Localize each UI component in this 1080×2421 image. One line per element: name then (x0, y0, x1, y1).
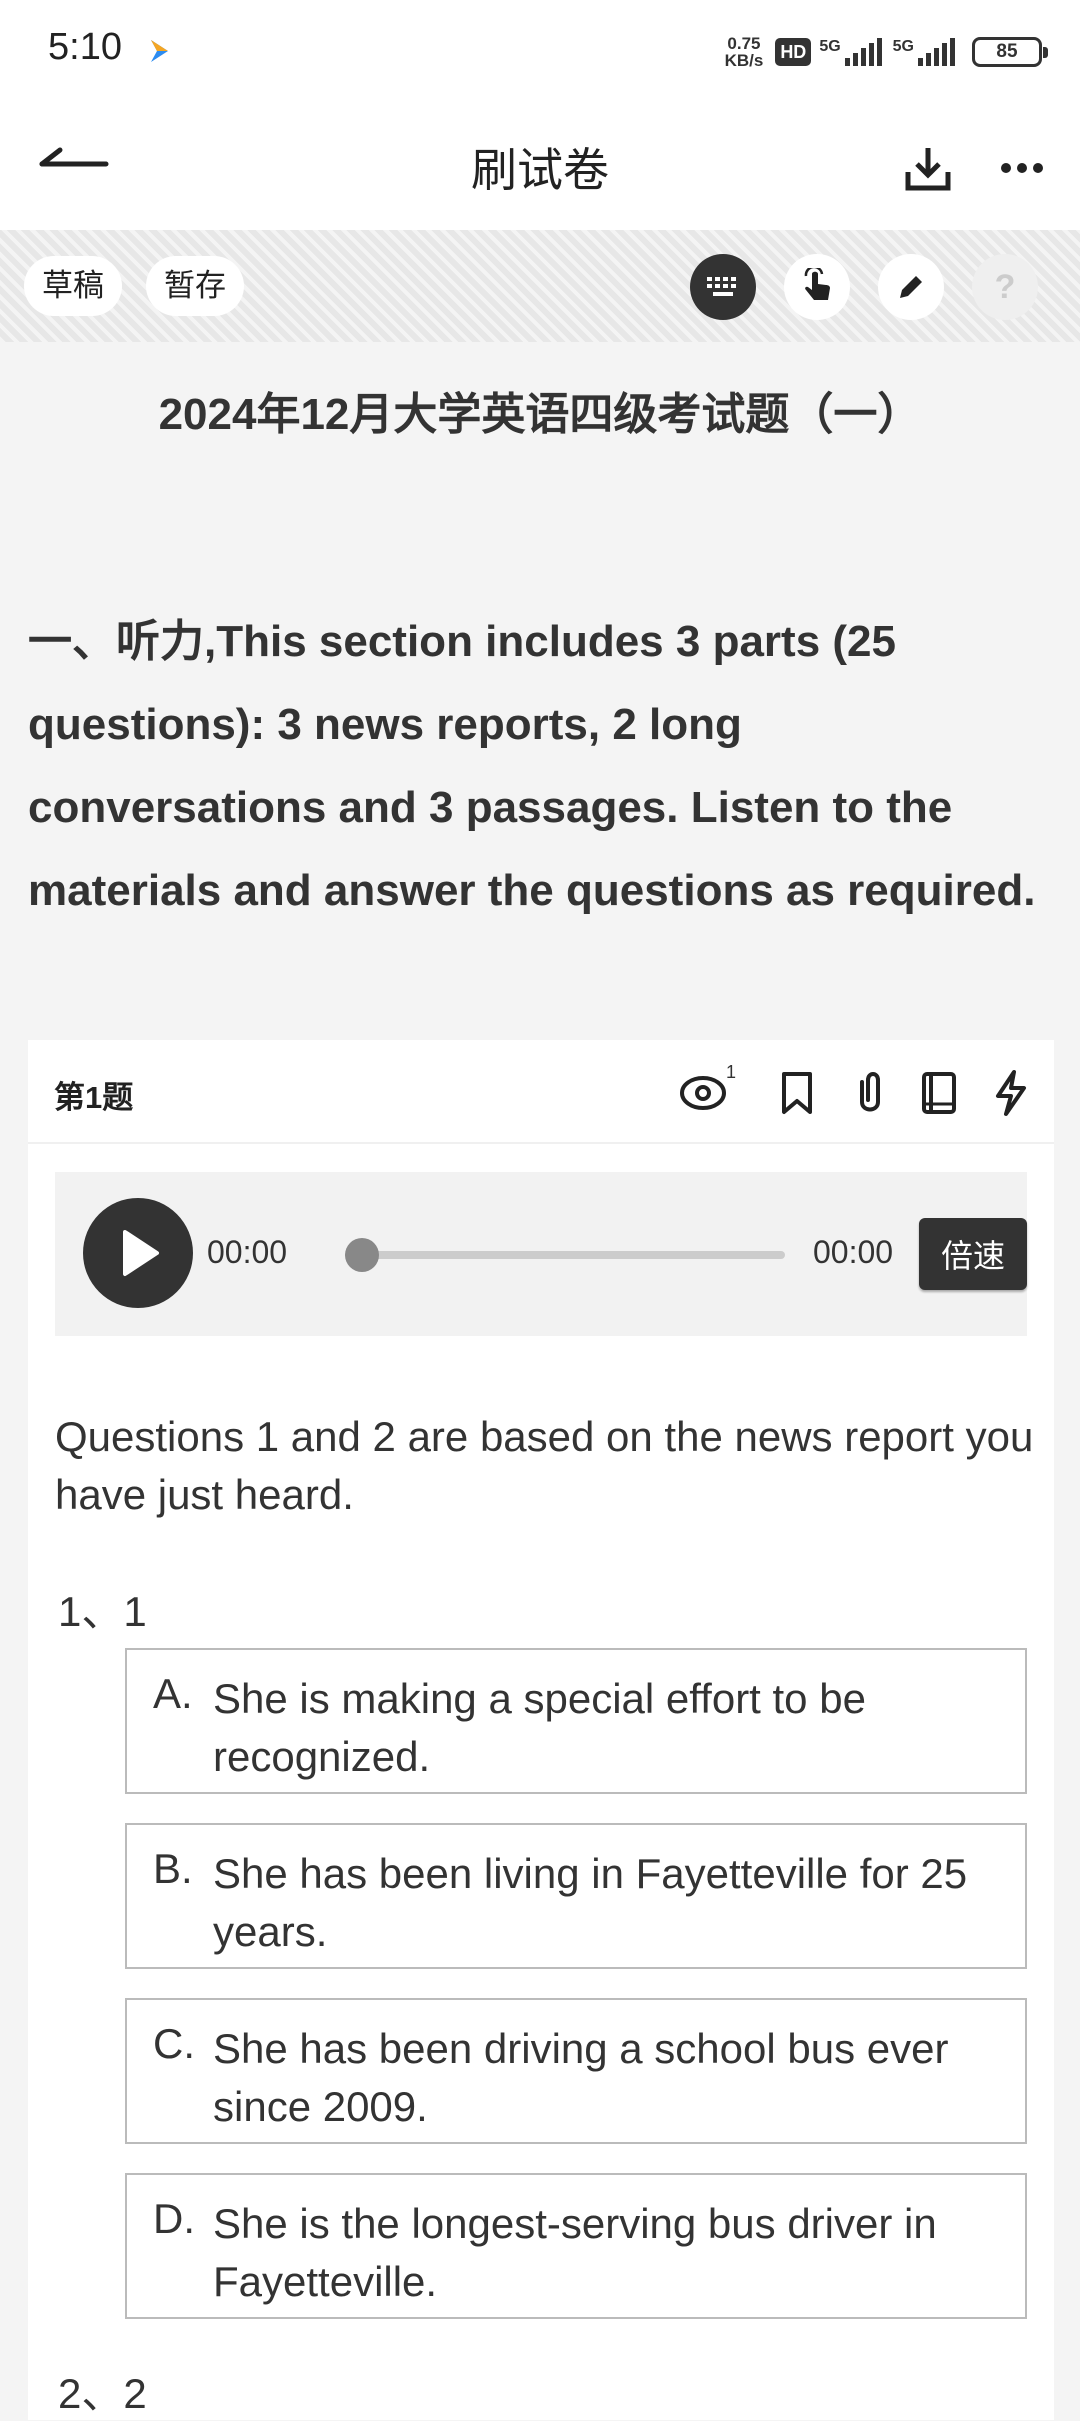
option-letter: A. (153, 1670, 193, 1717)
more-icon[interactable] (994, 140, 1050, 196)
network-speed-value: 0.75 (727, 34, 761, 53)
view-count: 1 (726, 1062, 737, 1082)
paper-title: 2024年12月大学英语四级考试题（一） (158, 390, 922, 439)
toolbar: 草稿 暂存 ? (0, 230, 1080, 342)
download-icon[interactable] (900, 140, 956, 196)
pen-button[interactable] (878, 254, 944, 320)
keyboard-icon (707, 277, 736, 296)
question-number: 第1题 (54, 1080, 134, 1115)
playback-speed-button[interactable]: 倍速 (919, 1218, 1027, 1290)
battery-indicator: 85 (972, 37, 1048, 67)
status-time: 5:10 (48, 26, 122, 68)
pen-icon (900, 276, 922, 298)
signal-2-label: 5G (892, 38, 914, 55)
hd-badge: HD (775, 38, 812, 66)
option-d[interactable]: D. She is the longest-serving bus driver… (125, 2173, 1027, 2319)
section-description: 一、听力,This section includes 3 parts (25 q… (28, 617, 1036, 915)
app-notification-icon (151, 40, 168, 62)
option-b[interactable]: B. She has been living in Fayetteville f… (125, 1823, 1027, 1969)
option-letter: C. (153, 2020, 195, 2067)
draft-button[interactable]: 草稿 (24, 256, 122, 316)
play-button[interactable] (83, 1198, 193, 1308)
help-button[interactable]: ? (972, 254, 1038, 320)
option-a[interactable]: A. She is making a special effort to be … (125, 1648, 1027, 1794)
option-letter: D. (153, 2195, 195, 2242)
touch-mode-button[interactable] (784, 254, 850, 320)
audio-total-time: 00:00 (813, 1234, 894, 1270)
save-draft-button[interactable]: 暂存 (146, 256, 244, 316)
audio-current-time: 00:00 (207, 1234, 288, 1270)
note-icon[interactable] (914, 1068, 964, 1118)
audio-progress-handle[interactable] (345, 1238, 379, 1272)
play-icon (123, 1230, 159, 1276)
signal-1: 5G (819, 38, 884, 66)
keyboard-button[interactable] (690, 254, 756, 320)
option-text: She is making a special effort to be rec… (213, 1675, 866, 1780)
signal-bars-icon (918, 38, 955, 66)
option-text: She has been living in Fayetteville for … (213, 1850, 968, 1955)
option-c[interactable]: C. She has been driving a school bus eve… (125, 1998, 1027, 2144)
signal-2: 5G (893, 38, 958, 66)
question-card: 第1题 1 00:00 00:00 倍速 Questions 1 and 2 a… (28, 1040, 1054, 2420)
sub-question-label: 2、2 (58, 2370, 147, 2417)
status-indicators: 0.75 KB/s HD 5G 5G 85 (725, 30, 1048, 74)
audio-player: 00:00 00:00 倍速 (55, 1172, 1027, 1336)
help-icon: ? (994, 267, 1016, 306)
option-text: She has been driving a school bus ever s… (213, 2025, 949, 2130)
option-text: She is the longest-serving bus driver in… (213, 2200, 937, 2305)
bookmark-icon[interactable] (772, 1068, 822, 1118)
paperclip-icon[interactable] (844, 1068, 894, 1118)
question-intro: Questions 1 and 2 are based on the news … (55, 1413, 1034, 1518)
status-bar: 5:10 0.75 KB/s HD 5G 5G 85 (0, 0, 1080, 100)
network-speed: 0.75 KB/s (725, 35, 764, 69)
signal-1-label: 5G (819, 38, 841, 55)
sub-question-label: 1、1 (58, 1588, 147, 1635)
touch-icon (804, 268, 830, 300)
signal-bars-icon (844, 38, 882, 66)
eye-icon[interactable] (678, 1068, 728, 1118)
audio-progress-track[interactable] (345, 1251, 785, 1259)
network-speed-unit: KB/s (724, 51, 764, 70)
question-card-header: 第1题 1 (28, 1040, 1054, 1144)
option-letter: B. (153, 1845, 193, 1892)
app-header: 刷试卷 (0, 100, 1080, 230)
flash-icon[interactable] (986, 1068, 1036, 1118)
